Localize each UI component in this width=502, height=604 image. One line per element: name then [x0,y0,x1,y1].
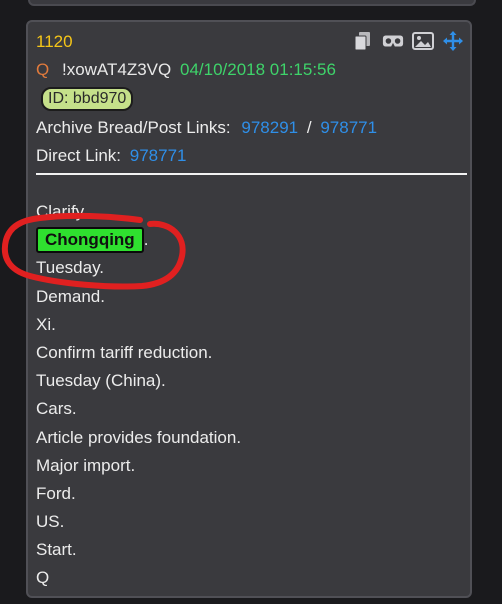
body-line: Ford. [36,483,76,503]
body-line: Tuesday (China). [36,371,166,391]
body-line: Tuesday. [36,258,105,278]
post-body: Clarify. Chongqing. Tuesday. Demand. Xi.… [36,198,456,593]
post-meta: Q !xowAT4Z3VQ 04/10/2018 01:15:56 [36,60,336,80]
archive-bread-link[interactable]: 978291 [241,118,298,137]
body-line: Demand. [36,286,105,306]
archive-post-link[interactable]: 978771 [320,118,377,137]
post-card: 1120 Q !xowAT4Z3VQ 04/10/2018 01:15:56 I… [26,20,472,598]
post-number: 1120 [36,32,73,51]
previous-post-card-edge [28,0,476,6]
body-line: Xi. [36,314,56,334]
post-toolbar [352,30,464,52]
highlight-suffix: . [143,230,149,250]
copy-icon[interactable] [352,30,374,52]
body-line: Clarify. [36,202,88,221]
highlighted-word: Chongqing [36,227,144,254]
move-icon[interactable] [442,30,464,52]
poster-id-badge[interactable]: ID: bbd970 [41,87,134,111]
post-timestamp: 04/10/2018 01:15:56 [179,60,336,79]
archive-separator: / [306,118,312,137]
body-line-highlighted: Chongqing. [36,226,456,254]
image-icon[interactable] [412,30,434,52]
body-line: Start. [36,540,77,560]
direct-link[interactable]: 978771 [130,146,187,165]
body-line: US. [36,512,65,532]
poster-name: Q [36,60,50,79]
body-line: Cars. [36,399,77,419]
vr-glasses-icon[interactable] [382,30,404,52]
archive-label: Archive Bread/Post Links: [36,118,231,137]
body-line: Q [36,568,50,588]
archive-links: Archive Bread/Post Links: 978291 / 97877… [36,118,377,138]
direct-link-label: Direct Link: [36,146,122,165]
body-line: Article provides foundation. [36,427,242,447]
header-divider [36,173,467,175]
body-line: Confirm tariff reduction. [36,342,213,362]
body-line: Major import. [36,455,136,475]
tripcode: !xowAT4Z3VQ [61,60,172,79]
direct-link-row: Direct Link: 978771 [36,146,187,166]
